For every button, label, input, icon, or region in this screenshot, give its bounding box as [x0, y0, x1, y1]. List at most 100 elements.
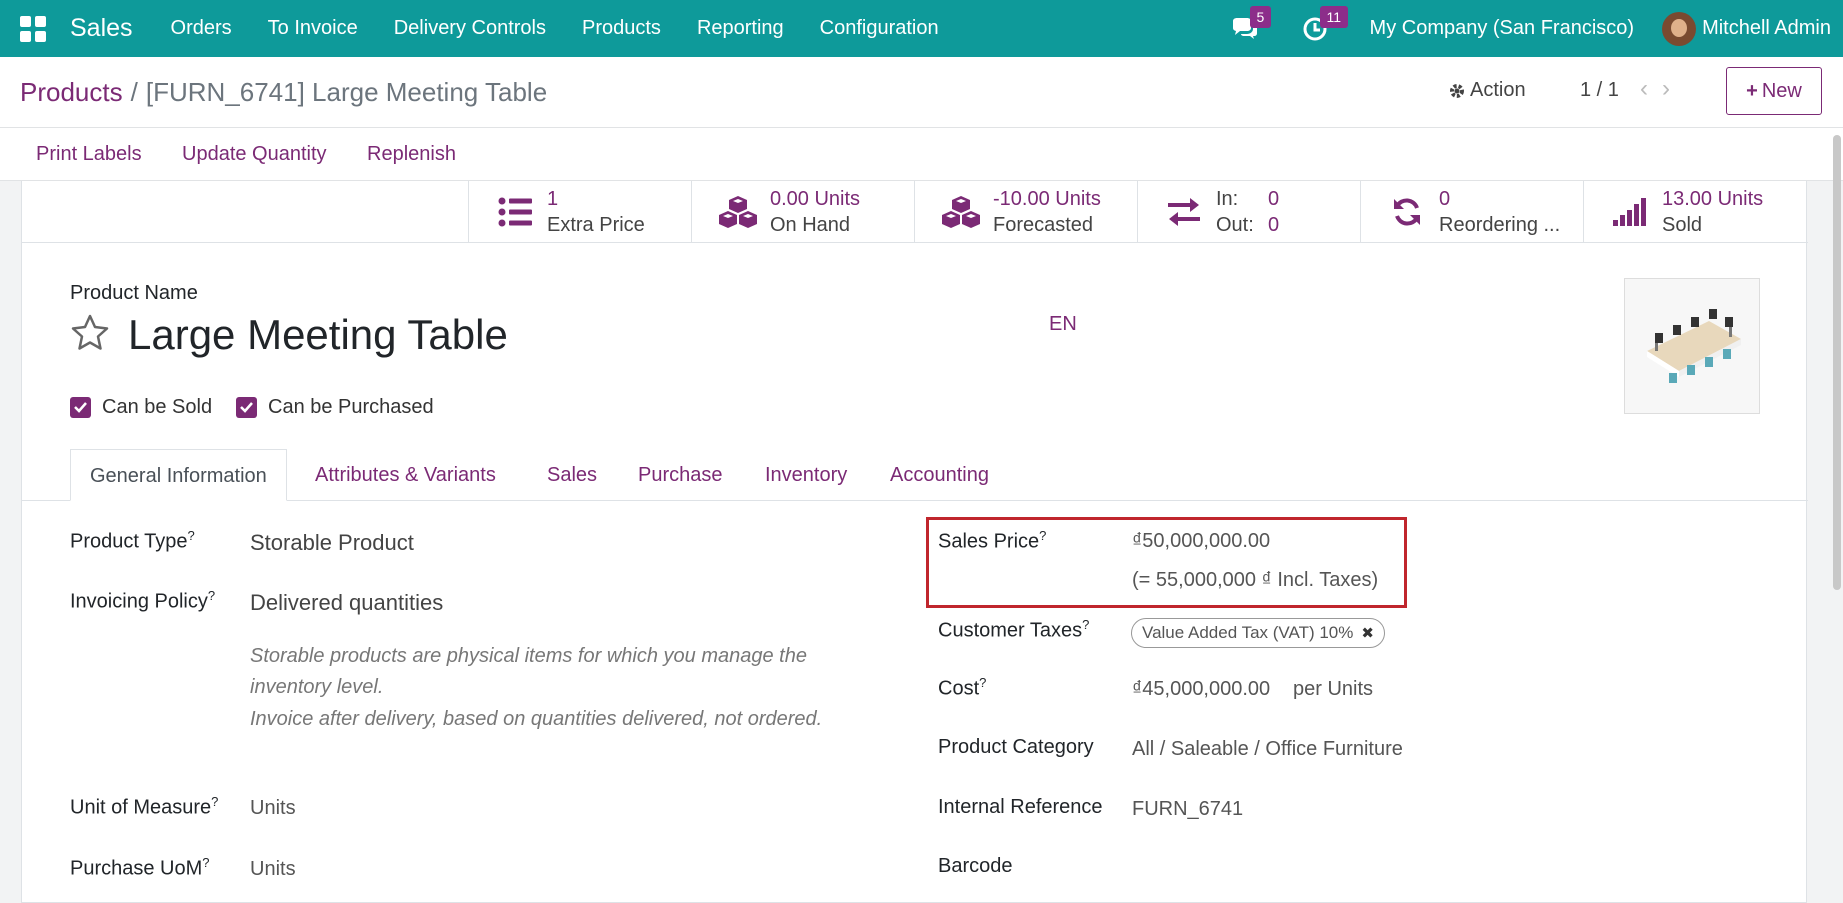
- gear-icon: [1450, 83, 1464, 98]
- replenish-button[interactable]: Replenish: [367, 143, 456, 166]
- exchange-arrows-icon: [1164, 192, 1204, 232]
- breadcrumb: Products / [FURN_6741] Large Meeting Table: [20, 77, 547, 108]
- sold-label: Sold: [1662, 214, 1703, 236]
- smart-buttons-row: 1 Extra Price 0.00 Units On Hand -10.00 Un…: [22, 181, 1808, 243]
- apps-menu-icon[interactable]: [20, 15, 46, 42]
- language-toggle[interactable]: EN: [1049, 313, 1077, 336]
- meeting-table-image: [1647, 309, 1741, 383]
- cubes-icon: [718, 192, 758, 232]
- product-name-label: Product Name: [70, 282, 198, 304]
- app-name[interactable]: Sales: [70, 14, 133, 43]
- checkbox-checked-icon: [70, 397, 91, 418]
- cost-field[interactable]: ₫45,000,000.00: [1132, 678, 1270, 701]
- menu-reporting[interactable]: Reporting: [679, 17, 802, 40]
- product-category-field[interactable]: All / Saleable / Office Furniture: [1132, 738, 1403, 761]
- reordering-value: 0: [1439, 188, 1451, 210]
- reordering-smart-button[interactable]: 0 Reordering ...: [1360, 181, 1583, 243]
- print-labels-button[interactable]: Print Labels: [36, 143, 142, 166]
- breadcrumb-separator: /: [130, 77, 138, 107]
- checkbox-checked-icon: [236, 397, 257, 418]
- messages-badge: 5: [1249, 5, 1272, 28]
- forecasted-value: -10.00 Units: [993, 188, 1101, 210]
- invoicing-policy-label: Invoicing Policy?: [70, 588, 216, 613]
- star-icon[interactable]: [70, 313, 110, 353]
- menu-to-invoice[interactable]: To Invoice: [250, 17, 376, 40]
- form-statusbar: Print Labels Update Quantity Replenish: [0, 128, 1843, 181]
- out-label: Out:: [1216, 214, 1254, 236]
- forecasted-smart-button[interactable]: -10.00 Units Forecasted: [914, 181, 1137, 243]
- product-image[interactable]: [1624, 278, 1760, 414]
- product-type-label: Product Type?: [70, 528, 195, 553]
- on-hand-smart-button[interactable]: 0.00 Units On Hand: [691, 181, 914, 243]
- purchase-uom-label: Purchase UoM?: [70, 855, 210, 880]
- refresh-icon: [1387, 192, 1427, 232]
- invoice-help-text: Invoice after delivery, based on quantit…: [250, 708, 823, 730]
- uom-field[interactable]: Units: [250, 797, 296, 820]
- messages-icon[interactable]: 5: [1230, 5, 1272, 44]
- chevron-right-icon[interactable]: ›: [1662, 75, 1684, 102]
- uom-label: Unit of Measure?: [70, 794, 219, 819]
- storable-help-text: Storable products are physical items for…: [250, 645, 807, 698]
- customer-tax-tag[interactable]: Value Added Tax (VAT) 10% ✖: [1131, 618, 1385, 648]
- tab-purchase[interactable]: Purchase: [638, 449, 723, 501]
- form-sheet: 1 Extra Price 0.00 Units On Hand -10.00 Un…: [21, 181, 1808, 903]
- internal-reference-label: Internal Reference: [938, 796, 1103, 818]
- new-label: New: [1761, 79, 1802, 102]
- chevron-left-icon[interactable]: ‹: [1640, 75, 1662, 102]
- menu-orders[interactable]: Orders: [153, 17, 250, 40]
- extra-price-value: 1: [547, 188, 559, 210]
- menu-delivery-controls[interactable]: Delivery Controls: [376, 17, 564, 40]
- pager-arrows: ‹›: [1640, 75, 1684, 103]
- menu-configuration[interactable]: Configuration: [802, 17, 957, 40]
- cubes-icon: [941, 192, 981, 232]
- activities-badge: 11: [1319, 5, 1349, 28]
- tab-accounting[interactable]: Accounting: [890, 449, 989, 501]
- breadcrumb-products-link[interactable]: Products: [20, 77, 123, 107]
- activities-clock-icon[interactable]: 11: [1300, 5, 1349, 44]
- pager-value[interactable]: 1 / 1: [1580, 79, 1619, 102]
- can-be-sold-checkbox[interactable]: Can be Sold: [70, 396, 212, 419]
- signal-bars-icon: [1610, 192, 1650, 232]
- tab-attributes-variants[interactable]: Attributes & Variants: [315, 449, 496, 501]
- barcode-label: Barcode: [938, 855, 1013, 877]
- sold-value: 13.00 Units: [1662, 188, 1764, 210]
- cost-unit: per Units: [1293, 678, 1374, 700]
- can-be-purchased-checkbox[interactable]: Can be Purchased: [236, 396, 434, 419]
- close-icon[interactable]: ✖: [1361, 624, 1374, 642]
- on-hand-label: On Hand: [770, 214, 851, 236]
- tab-sales[interactable]: Sales: [547, 449, 597, 501]
- user-menu[interactable]: Mitchell Admin: [1702, 17, 1831, 40]
- purchase-uom-field[interactable]: Units: [250, 858, 296, 881]
- tab-general-information[interactable]: General Information: [70, 449, 287, 501]
- product-type-field[interactable]: Storable Product: [250, 530, 414, 556]
- sold-smart-button[interactable]: 13.00 Units Sold: [1583, 181, 1808, 243]
- sales-price-incl-taxes: (= 55,000,000 ₫ Incl. Taxes): [1132, 569, 1379, 591]
- new-button[interactable]: + New: [1726, 67, 1822, 115]
- product-name-field[interactable]: Large Meeting Table: [128, 311, 508, 359]
- product-category-label: Product Category: [938, 736, 1094, 758]
- tax-tag-label: Value Added Tax (VAT) 10%: [1142, 623, 1354, 642]
- menu-products[interactable]: Products: [564, 17, 679, 40]
- can-be-sold-label: Can be Sold: [102, 396, 213, 418]
- notebook-tabs: General Information Attributes & Variant…: [22, 449, 1808, 501]
- page-scrollbar[interactable]: [1833, 135, 1841, 590]
- forecasted-label: Forecasted: [993, 214, 1094, 236]
- reordering-label: Reordering ...: [1439, 214, 1561, 236]
- tab-inventory[interactable]: Inventory: [765, 449, 847, 501]
- user-avatar[interactable]: [1662, 11, 1697, 46]
- sales-price-field[interactable]: ₫50,000,000.00: [1132, 530, 1270, 553]
- invoicing-policy-field[interactable]: Delivered quantities: [250, 590, 443, 616]
- update-quantity-button[interactable]: Update Quantity: [182, 143, 327, 166]
- list-icon: [495, 192, 535, 232]
- company-switcher[interactable]: My Company (San Francisco): [1370, 17, 1635, 40]
- out-value: 0: [1268, 214, 1280, 236]
- action-menu-button[interactable]: Action: [1448, 79, 1526, 102]
- sales-price-label: Sales Price?: [938, 528, 1047, 553]
- in-value: 0: [1268, 188, 1280, 210]
- extra-price-smart-button[interactable]: 1 Extra Price: [468, 181, 691, 243]
- internal-reference-field[interactable]: FURN_6741: [1132, 798, 1243, 821]
- plus-icon: +: [1746, 79, 1758, 102]
- in-out-smart-button[interactable]: In: 0 Out: 0: [1137, 181, 1360, 243]
- can-be-purchased-label: Can be Purchased: [268, 396, 434, 418]
- in-label: In:: [1216, 188, 1239, 210]
